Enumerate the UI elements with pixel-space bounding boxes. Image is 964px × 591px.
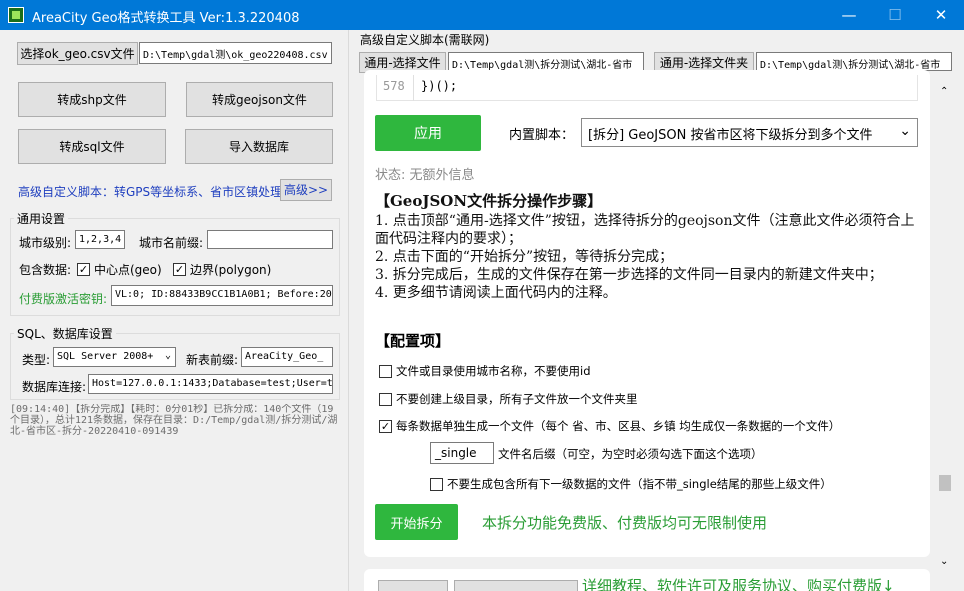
tutorial-link[interactable]: 详细教程、软件许可及服务协议、购买付费版↓ xyxy=(582,575,895,591)
scroll-up-icon[interactable]: ⌃ xyxy=(940,86,948,97)
paid-key-label: 付费版激活密钥: xyxy=(19,292,108,306)
builtin-script-select[interactable]: [拆分] GeoJSON 按省市区将下级拆分到多个文件 ⌄ xyxy=(581,118,918,147)
polygon-checkbox-label: 边界(polygon) xyxy=(190,263,272,277)
general-settings-title: 通用设置 xyxy=(14,210,69,227)
table-prefix-input[interactable]: AreaCity_Geo_ xyxy=(241,347,333,367)
minimize-button[interactable]: — xyxy=(826,0,872,30)
polygon-check-mark[interactable]: ✓ xyxy=(173,263,186,276)
vertical-scrollbar[interactable]: ⌃ ⌄ xyxy=(937,76,954,574)
scroll-thumb[interactable] xyxy=(939,475,951,491)
title-bar: AreaCity Geo格式转换工具 Ver:1.3.220408 — ☐ ✕ xyxy=(0,0,964,30)
db-settings-title: SQL、数据库设置 xyxy=(14,325,116,342)
paid-key-input[interactable]: VL:0; ID:88433B9CC1B1A0B1; Before:20 xyxy=(111,285,333,306)
option-use-city-name-label: 文件或目录使用城市名称，不要使用id xyxy=(396,364,591,378)
city-prefix-label: 城市名前缀: xyxy=(139,236,204,250)
db-type-value: SQL Server 2008+ xyxy=(57,351,154,362)
advanced-button[interactable]: 高级>> xyxy=(280,179,332,201)
polygon-checkbox[interactable]: ✓ 边界(polygon) xyxy=(173,261,271,278)
builtin-script-label: 内置脚本： xyxy=(509,128,575,143)
db-type-label: 类型: xyxy=(22,353,51,367)
option-no-parent-dir-box[interactable] xyxy=(379,392,392,406)
scroll-down-icon[interactable]: ⌄ xyxy=(940,556,948,567)
option-no-parent-dir-label: 不要创建上级目录，所有子文件放一个文件夹里 xyxy=(396,392,638,406)
code-line-number: 578 xyxy=(383,79,405,93)
instructions: 【GeoJSON文件拆分操作步骤】 1. 点击顶部“通用-选择文件”按钮，选择待… xyxy=(375,192,923,302)
center-checkbox[interactable]: ✓ 中心点(geo) xyxy=(77,261,162,278)
code-line-text: })(); xyxy=(421,79,458,93)
include-data-label: 包含数据: xyxy=(19,263,72,277)
advanced-header: 高级自定义脚本(需联网) xyxy=(360,33,490,47)
csv-path-field[interactable]: D:\Temp\gdal测\ok_geo220408.csv xyxy=(139,42,332,64)
chevron-down-icon: ⌄ xyxy=(899,123,911,139)
option-use-city-name-box[interactable] xyxy=(379,364,392,378)
to-shp-button[interactable]: 转成shp文件 xyxy=(18,82,166,117)
db-conn-label: 数据库连接: xyxy=(22,380,87,394)
instructions-title: 【GeoJSON文件拆分操作步骤】 xyxy=(375,192,603,210)
close-button[interactable]: ✕ xyxy=(918,0,964,30)
next-card-button-2[interactable] xyxy=(454,580,578,591)
app-logo-icon xyxy=(8,7,24,23)
step-2: 2. 点击下面的“开始拆分”按钮，等待拆分完成； xyxy=(375,249,674,265)
step-4: 4. 更多细节请阅读上面代码内的注释。 xyxy=(375,285,617,301)
option-single-file-box[interactable]: ✓ xyxy=(379,419,392,433)
file-path-field[interactable]: D:\Temp\gdal测\拆分测试\湖北-省市 xyxy=(448,52,644,71)
panel-splitter[interactable] xyxy=(348,30,349,591)
status-text: 状态: 无额外信息 xyxy=(375,168,475,183)
option-no-parent-dir[interactable]: 不要创建上级目录，所有子文件放一个文件夹里 xyxy=(379,391,638,407)
option-single-file-label: 每条数据单独生成一个文件（每个 省、市、区县、乡镇 均生成仅一条数据的一个文件） xyxy=(396,419,841,433)
to-sql-button[interactable]: 转成sql文件 xyxy=(18,129,166,164)
city-prefix-input[interactable] xyxy=(207,230,333,249)
center-check-mark[interactable]: ✓ xyxy=(77,263,90,276)
option-single-file[interactable]: ✓ 每条数据单独生成一个文件（每个 省、市、区县、乡镇 均生成仅一条数据的一个文… xyxy=(379,418,840,434)
maximize-button[interactable]: ☐ xyxy=(872,0,918,30)
option-no-full-file[interactable]: 不要生成包含所有下一级数据的文件（指不带_single结尾的那些上级文件） xyxy=(430,476,832,492)
to-geojson-button[interactable]: 转成geojson文件 xyxy=(186,82,333,117)
option-use-city-name[interactable]: 文件或目录使用城市名称，不要使用id xyxy=(379,363,591,379)
db-type-select[interactable]: SQL Server 2008+ ⌄ xyxy=(53,347,176,367)
next-card-button-1[interactable] xyxy=(378,580,448,591)
center-checkbox-label: 中心点(geo) xyxy=(94,263,162,277)
chevron-down-icon: ⌄ xyxy=(164,350,171,361)
folder-path-field[interactable]: D:\Temp\gdal测\拆分测试\湖北-省市 xyxy=(756,52,952,71)
suffix-label: 文件名后缀（可空，为空时必须勾选下面这个选项） xyxy=(498,447,763,461)
start-split-button[interactable]: 开始拆分 xyxy=(375,504,458,540)
db-conn-input[interactable]: Host=127.0.0.1:1433;Database=test;User=t xyxy=(88,374,333,394)
advanced-description: 高级自定义脚本：转GPS等坐标系、省市区镇处理 xyxy=(18,185,283,199)
select-csv-button[interactable]: 选择ok_geo.csv文件 xyxy=(17,42,138,65)
free-note: 本拆分功能免费版、付费版均可无限制使用 xyxy=(482,514,768,532)
table-prefix-label: 新表前缀: xyxy=(186,353,239,367)
option-no-full-file-box[interactable] xyxy=(430,477,443,491)
gutter-divider xyxy=(413,75,414,101)
suffix-input[interactable]: _single xyxy=(430,442,494,464)
city-level-input[interactable]: 1,2,3,4 xyxy=(75,230,125,249)
next-card: 详细教程、软件许可及服务协议、购买付费版↓ xyxy=(364,569,930,591)
log-output: [09:14:40]【拆分完成】【耗时：0分01秒】已拆分成：140个文件（19… xyxy=(10,404,342,582)
code-editor[interactable]: 578 })(); xyxy=(376,75,918,101)
apply-button[interactable]: 应用 xyxy=(375,115,481,151)
window-title: AreaCity Geo格式转换工具 Ver:1.3.220408 xyxy=(32,11,300,26)
builtin-script-value: [拆分] GeoJSON 按省市区将下级拆分到多个文件 xyxy=(588,128,873,143)
step-3: 3. 拆分完成后，生成的文件保存在第一步选择的文件同一目录内的新建文件夹中； xyxy=(375,267,883,283)
option-no-full-file-label: 不要生成包含所有下一级数据的文件（指不带_single结尾的那些上级文件） xyxy=(447,477,832,491)
step-1: 1. 点击顶部“通用-选择文件”按钮，选择待拆分的geojson文件（注意此文件… xyxy=(375,213,915,247)
city-level-label: 城市级别: xyxy=(19,236,72,250)
config-title: 【配置项】 xyxy=(375,332,451,350)
import-db-button[interactable]: 导入数据库 xyxy=(185,129,333,164)
